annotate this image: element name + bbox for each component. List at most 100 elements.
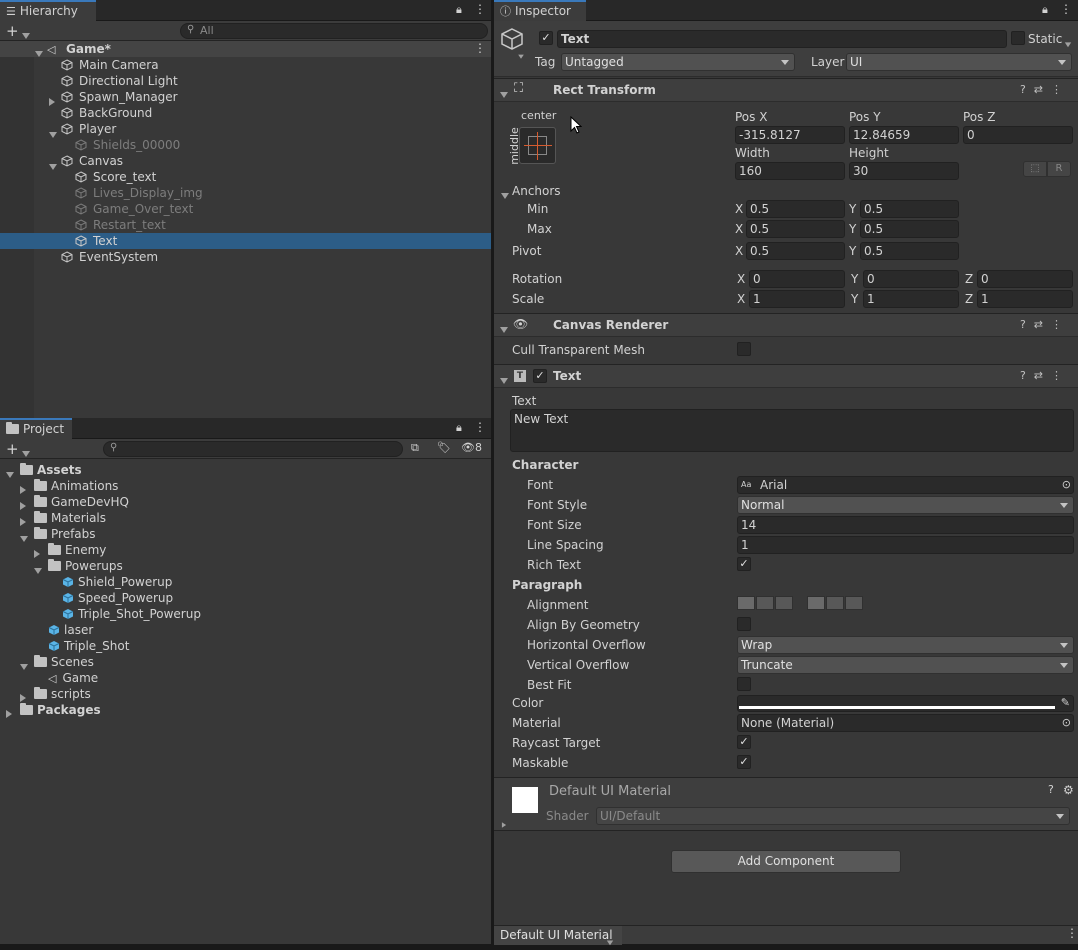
hierarchy-item[interactable]: Score_text [0, 169, 491, 185]
hidden-packages-icon[interactable]: 👁︎8 [461, 441, 482, 454]
hierarchy-item[interactable]: EventSystem [0, 249, 491, 265]
foldout-arrow-icon[interactable] [500, 373, 508, 387]
rect-transform-header[interactable]: ⛶ Rect Transform ?⇄⋮ [494, 78, 1078, 102]
hierarchy-item[interactable]: Shields_00000 [0, 137, 491, 153]
hierarchy-item[interactable]: Player [0, 121, 491, 138]
settings-sliders-icon[interactable]: ⇄ [1034, 318, 1051, 331]
project-item[interactable]: Materials [0, 510, 491, 526]
align-by-geometry-checkbox[interactable] [737, 617, 751, 631]
chevron-down-icon[interactable] [22, 28, 30, 42]
posy-field[interactable]: 12.84659 [849, 126, 959, 144]
hierarchy-item[interactable]: Restart_text [0, 217, 491, 233]
material-field[interactable]: None (Material) ⊙ [737, 714, 1074, 732]
align-top-button[interactable] [807, 596, 825, 610]
width-field[interactable]: 160 [735, 162, 845, 180]
raw-edit-button[interactable]: R [1047, 161, 1071, 177]
hierarchy-item[interactable]: Lives_Display_img [0, 185, 491, 201]
help-icon[interactable]: ? [1020, 83, 1034, 96]
vertical-overflow-dropdown[interactable]: Truncate [737, 656, 1074, 674]
lock-icon[interactable]: 🔒︎ [456, 3, 462, 17]
add-icon[interactable]: + [6, 440, 19, 458]
help-icon[interactable]: ? [1020, 369, 1034, 382]
project-item[interactable]: Shield_Powerup [0, 574, 491, 590]
color-field[interactable]: ✎ [737, 695, 1074, 712]
project-item[interactable]: Animations [0, 478, 491, 494]
tab-hierarchy[interactable]: ☰ Hierarchy [0, 0, 96, 21]
material-foldout-icon[interactable] [501, 820, 507, 830]
project-item[interactable]: laser [0, 622, 491, 638]
font-size-field[interactable]: 14 [737, 516, 1074, 534]
project-item[interactable]: Enemy [0, 542, 491, 558]
foldout-arrow-icon[interactable] [500, 322, 508, 336]
rotation-x-field[interactable]: 0 [749, 270, 845, 288]
cull-transparent-mesh-checkbox[interactable] [737, 342, 751, 356]
hierarchy-item[interactable]: Spawn_Manager [0, 89, 491, 106]
eyedropper-icon[interactable]: ✎ [1061, 696, 1070, 709]
project-item[interactable]: Speed_Powerup [0, 590, 491, 606]
rich-text-checkbox[interactable]: ✓ [737, 557, 751, 571]
height-field[interactable]: 30 [849, 162, 959, 180]
help-icon[interactable]: ? [1020, 318, 1034, 331]
preview-dropdown[interactable]: Default UI Material [494, 926, 622, 946]
active-checkbox[interactable]: ✓ [539, 31, 553, 45]
scale-y-field[interactable]: 1 [863, 290, 959, 308]
anchor-max-x-field[interactable]: 0.5 [746, 220, 845, 238]
icon-dropdown-icon[interactable] [518, 51, 524, 61]
object-name-field[interactable]: Text [557, 30, 1007, 48]
hierarchy-item[interactable]: BackGround [0, 105, 491, 121]
project-item[interactable]: GameDevHQ [0, 494, 491, 510]
component-menu-icon[interactable]: ⋮ [1051, 83, 1070, 96]
chevron-down-icon[interactable] [22, 446, 30, 460]
project-search-input[interactable]: ⚲ [103, 441, 403, 457]
hierarchy-item[interactable]: Text [0, 233, 491, 249]
add-component-button[interactable]: Add Component [671, 850, 901, 873]
align-right-button[interactable] [775, 596, 793, 610]
pivot-x-field[interactable]: 0.5 [746, 242, 845, 260]
font-style-dropdown[interactable]: Normal [737, 496, 1074, 514]
hierarchy-item[interactable]: Game_Over_text [0, 201, 491, 217]
static-dropdown-icon[interactable] [1064, 38, 1072, 49]
component-menu-icon[interactable]: ⋮ [1051, 369, 1070, 382]
scene-menu-icon[interactable]: ⋮ [474, 41, 486, 55]
tab-project[interactable]: Project [0, 418, 72, 439]
text-content-area[interactable]: New Text [510, 409, 1074, 452]
kebab-menu-icon[interactable]: ⋮ [1066, 926, 1078, 940]
raycast-target-checkbox[interactable]: ✓ [737, 735, 751, 749]
add-icon[interactable]: + [6, 22, 19, 40]
settings-sliders-icon[interactable]: ⇄ [1034, 83, 1051, 96]
help-icon[interactable]: ? [1048, 783, 1054, 796]
text-enabled-checkbox[interactable]: ✓ [533, 369, 547, 383]
best-fit-checkbox[interactable] [737, 677, 751, 691]
anchor-preset-button[interactable] [519, 127, 556, 164]
project-item[interactable]: ◁ Game [0, 670, 491, 686]
rotation-z-field[interactable]: 0 [977, 270, 1073, 288]
pivot-y-field[interactable]: 0.5 [860, 242, 959, 260]
anchor-max-y-field[interactable]: 0.5 [860, 220, 959, 238]
project-item[interactable]: Triple_Shot [0, 638, 491, 654]
kebab-menu-icon[interactable]: ⋮ [474, 2, 486, 16]
scale-z-field[interactable]: 1 [977, 290, 1073, 308]
lock-icon[interactable]: 🔒︎ [456, 421, 462, 435]
posx-field[interactable]: -315.8127 [735, 126, 845, 144]
maskable-checkbox[interactable]: ✓ [737, 755, 751, 769]
hierarchy-search-input[interactable]: ⚲ All [180, 23, 488, 39]
align-middle-button[interactable] [826, 596, 844, 610]
posz-field[interactable]: 0 [963, 126, 1073, 144]
gear-icon[interactable]: ⚙ [1063, 783, 1074, 797]
filter-by-type-icon[interactable]: ⧉ [411, 441, 419, 455]
kebab-menu-icon[interactable]: ⋮ [474, 420, 486, 434]
hierarchy-item[interactable]: Canvas [0, 153, 491, 170]
lock-icon[interactable]: 🔒︎ [1042, 3, 1048, 17]
line-spacing-field[interactable]: 1 [737, 536, 1074, 554]
align-center-button[interactable] [756, 596, 774, 610]
project-item[interactable]: Packages [0, 702, 491, 718]
rotation-y-field[interactable]: 0 [863, 270, 959, 288]
project-item[interactable]: scripts [0, 686, 491, 702]
tab-inspector[interactable]: ⓘ Inspector [494, 0, 586, 21]
layer-dropdown[interactable]: UI [846, 53, 1072, 71]
text-component-header[interactable]: T ✓ Text ?⇄⋮ [494, 364, 1078, 388]
component-menu-icon[interactable]: ⋮ [1051, 318, 1070, 331]
align-bottom-button[interactable] [845, 596, 863, 610]
object-picker-icon[interactable]: ⊙ [1062, 477, 1071, 493]
horizontal-overflow-dropdown[interactable]: Wrap [737, 636, 1074, 654]
